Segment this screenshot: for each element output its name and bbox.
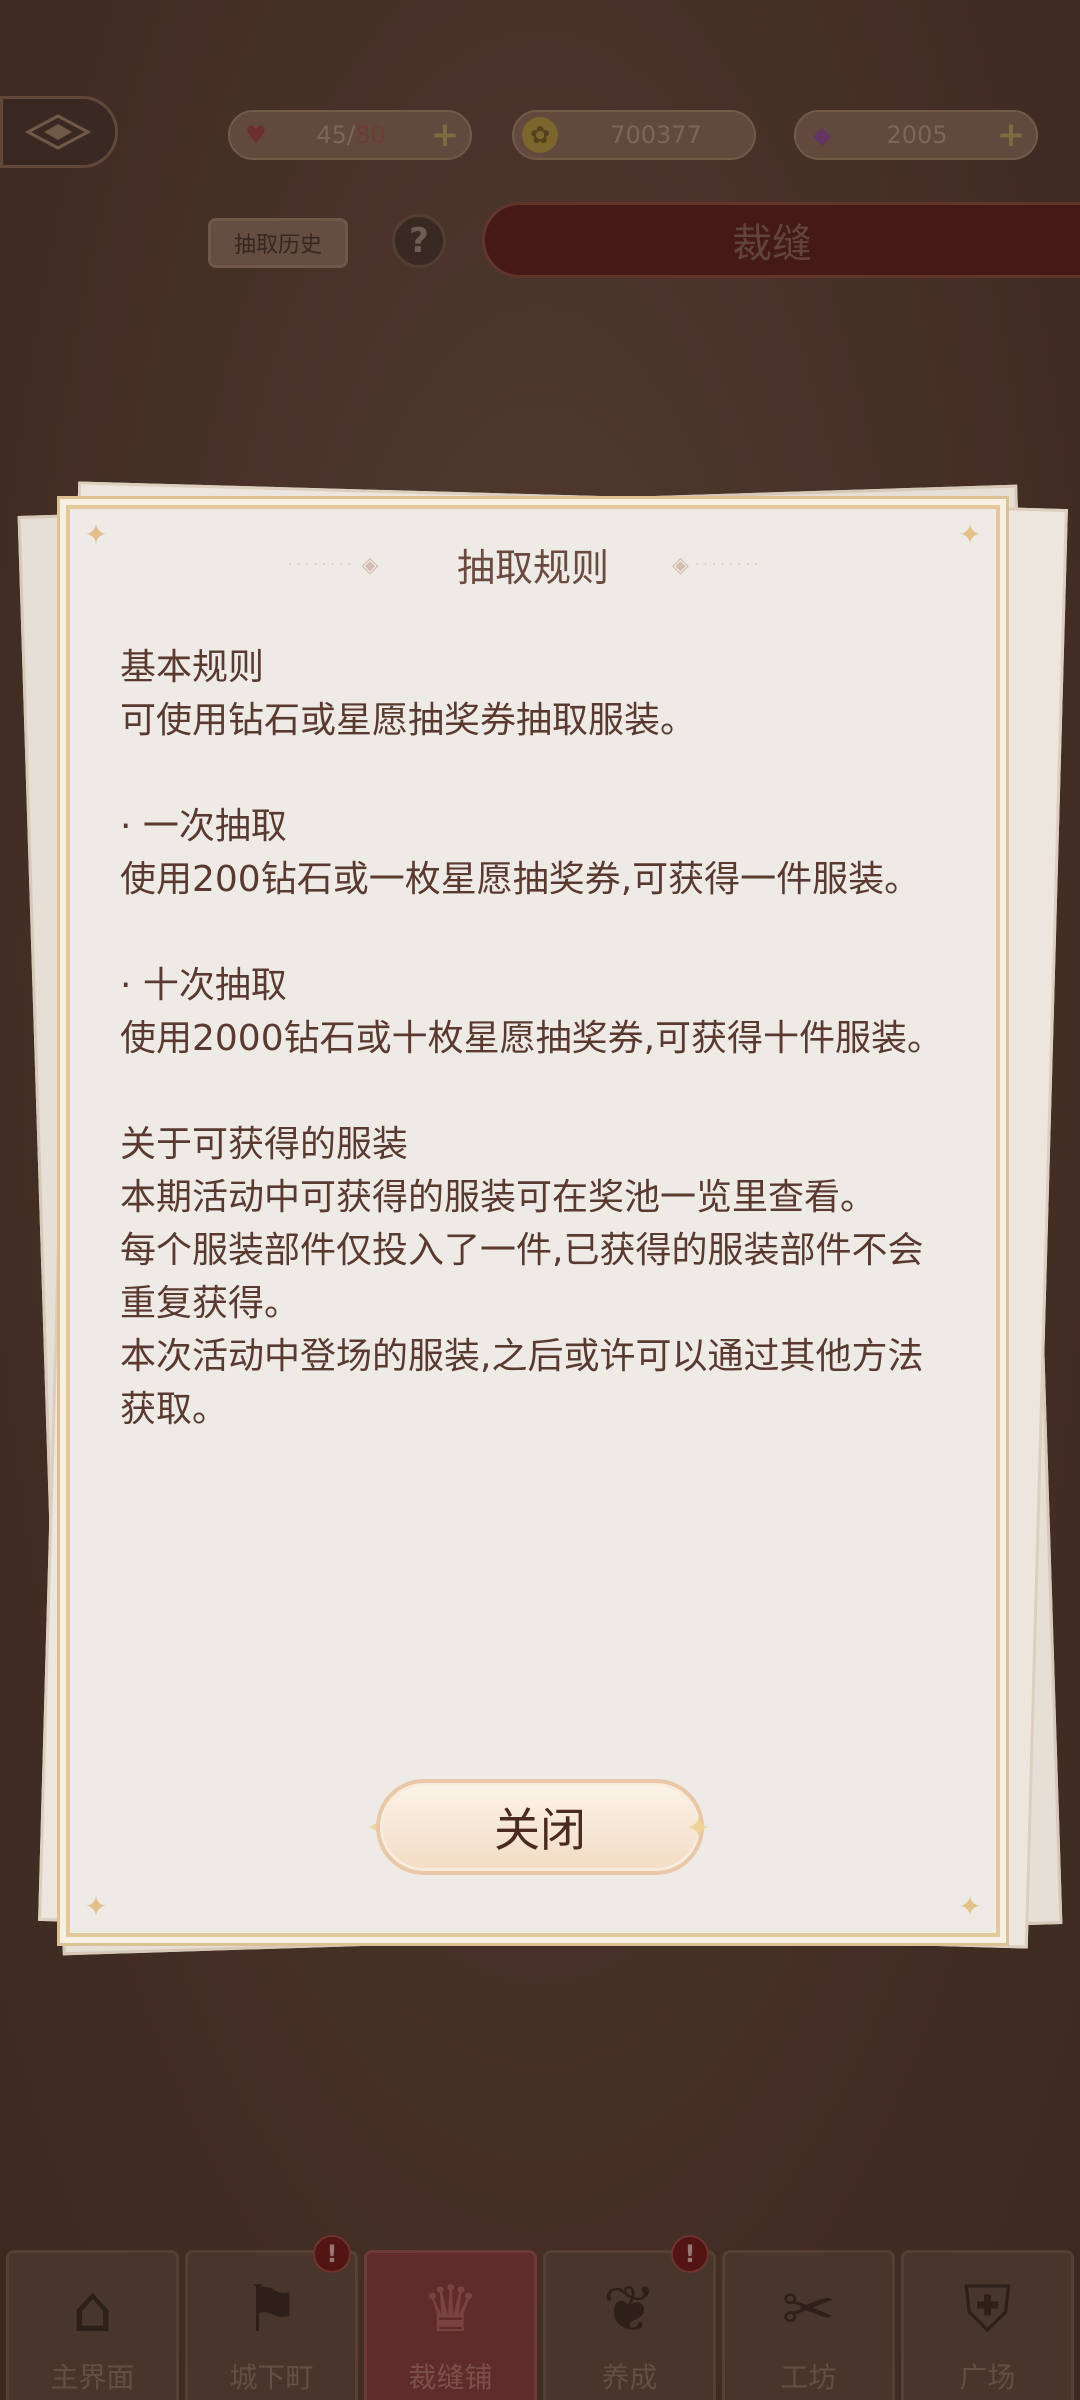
- rules-heading: · 十次抽取: [120, 965, 287, 1006]
- sparkle-icon: ✦: [686, 1811, 712, 1846]
- close-button[interactable]: 关闭: [376, 1779, 704, 1875]
- rules-text: 基本规则 可使用钻石或星愿抽奖券抽取服装。 · 一次抽取 使用200钻石或一枚星…: [120, 641, 956, 1436]
- rules-heading: 关于可获得的服装: [120, 1124, 409, 1165]
- rules-heading: · 一次抽取: [120, 806, 287, 847]
- rules-line: 本次活动中登场的服装,之后或许可以通过其他方法获取。: [120, 1336, 924, 1430]
- sparkle-icon: ✦: [84, 1890, 108, 1923]
- rules-line: 使用200钻石或一枚星愿抽奖券,可获得一件服装。: [120, 859, 921, 900]
- rules-line: 可使用钻石或星愿抽奖券抽取服装。: [120, 700, 697, 741]
- rules-heading: 基本规则: [120, 647, 265, 688]
- rules-line: 本期活动中可获得的服装可在奖池一览里查看。: [120, 1177, 877, 1218]
- rules-line: 每个服装部件仅投入了一件,已获得的服装部件不会重复获得。: [120, 1230, 924, 1324]
- rules-dialog: ✦ ✦ ✦ ✦ ········ ◈ 抽取规则 ◈ ········ 基本规则 可使…: [66, 505, 1000, 1937]
- title-ornament-right: ◈ ········: [672, 552, 763, 578]
- sparkle-icon: ✦: [958, 1890, 982, 1923]
- dialog-title: 抽取规则: [456, 546, 609, 590]
- rules-line: 使用2000钻石或十枚星愿抽奖券,可获得十件服装。: [120, 1018, 944, 1059]
